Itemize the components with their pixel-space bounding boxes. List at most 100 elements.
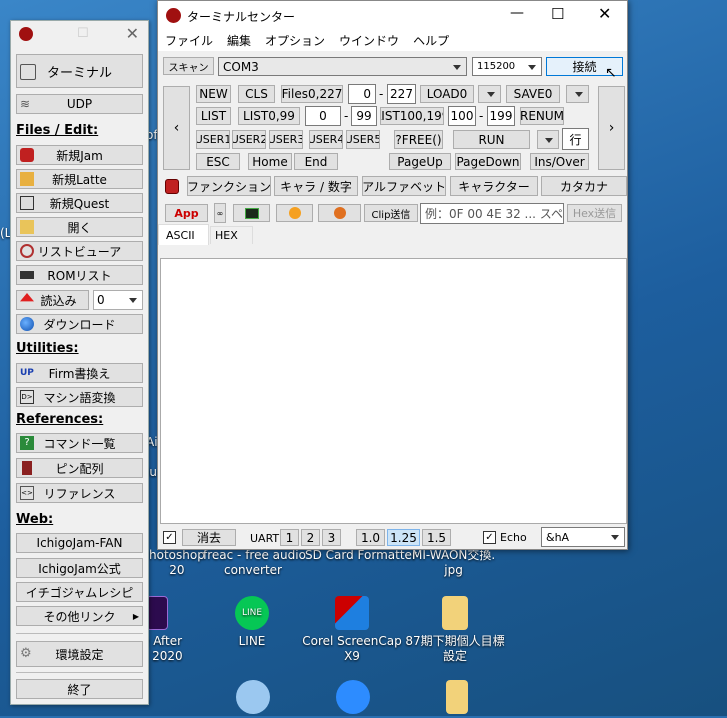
list-viewer-button[interactable]: リストビューア — [16, 241, 143, 261]
desktop-icon[interactable]: 87期下期個人目標 設定 — [405, 596, 505, 664]
list2-from-input[interactable]: 100 — [448, 106, 476, 126]
menu-window[interactable]: ウインドウ — [332, 31, 406, 51]
machine-code-button[interactable]: D> マシン語変換 — [16, 387, 143, 407]
tab-alphabet[interactable]: アルファベット — [362, 176, 446, 196]
zoom-1-25-button[interactable]: 1.25 — [387, 529, 420, 546]
run-button[interactable]: RUN — [453, 130, 530, 149]
menu-help[interactable]: ヘルプ — [406, 31, 456, 51]
clear-button[interactable]: 消去 — [182, 529, 236, 546]
desktop-icon[interactable]: LINE LINE — [202, 596, 302, 649]
exit-button[interactable]: 終了 — [16, 679, 143, 699]
desktop-icon[interactable] — [336, 680, 370, 718]
end-button[interactable]: End — [294, 153, 338, 170]
user1-button[interactable]: USER1 — [196, 130, 230, 149]
cls-button[interactable]: CLS — [238, 85, 275, 103]
charset-select[interactable]: &hA — [541, 527, 625, 547]
hex-send-button[interactable]: Hex送信 — [567, 204, 622, 222]
uart-1-button[interactable]: 1 — [280, 529, 299, 546]
files-to-input[interactable]: 227 — [387, 84, 416, 104]
desktop-icon-label[interactable]: SD Card Formatter — [305, 548, 417, 563]
desktop-icon-label[interactable]: hotoshop 20 — [149, 548, 205, 578]
download-button[interactable]: ダウンロード — [16, 314, 143, 334]
new-jam-button[interactable]: 新規Jam — [16, 145, 143, 165]
list-0-99-button[interactable]: LIST0,99 — [238, 107, 300, 125]
clip-send-button[interactable]: Clip送信 — [364, 204, 418, 222]
load-button[interactable]: LOAD0 — [420, 85, 474, 103]
menu-edit[interactable]: 編集 — [220, 31, 258, 51]
desktop-icon-label[interactable]: freac - free audio converter — [203, 548, 306, 578]
menu-options[interactable]: オプション — [258, 31, 332, 51]
tab-hex[interactable]: HEX — [210, 226, 253, 244]
desktop-icon[interactable] — [236, 680, 270, 718]
autoscroll-checkbox[interactable]: ✓ — [163, 531, 176, 544]
udp-button[interactable]: ≋ UDP — [16, 94, 143, 114]
tab-katakana[interactable]: カタカナ — [541, 176, 627, 196]
maximize-icon[interactable]: ☐ — [551, 5, 564, 23]
load-slot-dropdown[interactable] — [478, 85, 501, 103]
renum-button[interactable]: RENUM — [520, 107, 564, 125]
zoom-1-5-button[interactable]: 1.5 — [422, 529, 451, 546]
new-latte-button[interactable]: 新規Latte — [16, 169, 143, 189]
official-link-button[interactable]: IchigoJam公式 — [16, 558, 143, 578]
zoom-1-0-button[interactable]: 1.0 — [356, 529, 385, 546]
pagedown-button[interactable]: PageDown — [455, 153, 521, 170]
list-from-input[interactable]: 0 — [305, 106, 341, 126]
ichigojam-button[interactable] — [318, 204, 361, 222]
line-field[interactable]: 行 — [562, 128, 589, 150]
settings-button[interactable]: ⚙ 環境設定 — [16, 641, 143, 667]
home-button[interactable]: Home — [248, 153, 292, 170]
hex-input[interactable]: 例：0F 00 4E 32 ... スペース — [420, 203, 564, 224]
tab-ascii[interactable]: ASCII — [158, 224, 209, 245]
desktop-icon[interactable] — [440, 680, 474, 718]
free-button[interactable]: ?FREE() — [394, 130, 443, 149]
files-from-input[interactable]: 0 — [348, 84, 376, 104]
tab-kana-digits[interactable]: キャラ / 数字 — [274, 176, 358, 196]
close-icon[interactable]: ✕ — [126, 24, 139, 43]
tool-button[interactable] — [276, 204, 313, 222]
minimize-icon[interactable]: — — [510, 5, 524, 21]
fan-link-button[interactable]: IchigoJam-FAN — [16, 533, 143, 553]
next-page-button[interactable]: › — [598, 86, 625, 170]
list2-to-input[interactable]: 199 — [487, 106, 515, 126]
user2-button[interactable]: USER2 — [232, 130, 266, 149]
scan-button[interactable]: スキャン — [163, 57, 214, 75]
new-quest-button[interactable]: 新規Quest — [16, 193, 143, 213]
terminal-output[interactable] — [160, 258, 627, 524]
rom-list-button[interactable]: ROMリスト — [16, 265, 143, 285]
load-button[interactable]: 読込み — [16, 290, 89, 310]
list-button[interactable]: LIST — [196, 107, 231, 125]
port-select[interactable]: COM3 — [218, 57, 467, 76]
menu-file[interactable]: ファイル — [158, 31, 220, 51]
user3-button[interactable]: USER3 — [269, 130, 303, 149]
list-100-199-button[interactable]: LIST100,199 — [380, 107, 444, 125]
terminal-button[interactable]: ターミナル — [16, 54, 143, 88]
load-slot-select[interactable]: 0 — [93, 290, 143, 310]
save-slot-dropdown[interactable] — [566, 85, 589, 103]
save-button[interactable]: SAVE0 — [506, 85, 560, 103]
open-button[interactable]: 開く — [16, 217, 143, 237]
run-dropdown[interactable] — [537, 130, 559, 149]
files-button[interactable]: Files0,227 — [281, 85, 343, 103]
desktop-icon[interactable]: e After s 2020 — [142, 596, 192, 664]
desktop-icon[interactable]: Corel ScreenCap X9 — [302, 596, 402, 664]
pin-layout-button[interactable]: ピン配列 — [16, 458, 143, 478]
uart-2-button[interactable]: 2 — [301, 529, 320, 546]
recipe-link-button[interactable]: イチゴジャムレシピ — [16, 582, 143, 602]
command-list-button[interactable]: ? コマンド一覧 — [16, 433, 143, 453]
close-icon[interactable]: ✕ — [598, 4, 611, 23]
reference-button[interactable]: <> リファレンス — [16, 483, 143, 503]
app-button[interactable]: App — [165, 204, 208, 222]
link-toggle[interactable]: ∞ — [214, 203, 226, 223]
list-to-input[interactable]: 99 — [351, 106, 377, 126]
tab-character[interactable]: キャラクター — [450, 176, 538, 196]
desktop-icon-label[interactable]: MI-WAON交換. jpg — [412, 548, 495, 578]
uart-3-button[interactable]: 3 — [322, 529, 341, 546]
user4-button[interactable]: USER4 — [309, 130, 343, 149]
other-links-button[interactable]: その他リンク ▶ — [16, 606, 143, 626]
firm-rewrite-button[interactable]: UP Firm書換え — [16, 363, 143, 383]
new-button[interactable]: NEW — [196, 85, 231, 103]
pageup-button[interactable]: PageUp — [389, 153, 451, 170]
console-button[interactable] — [233, 204, 270, 222]
insover-button[interactable]: Ins/Over — [530, 153, 589, 170]
baud-select[interactable]: 115200 — [472, 57, 542, 76]
